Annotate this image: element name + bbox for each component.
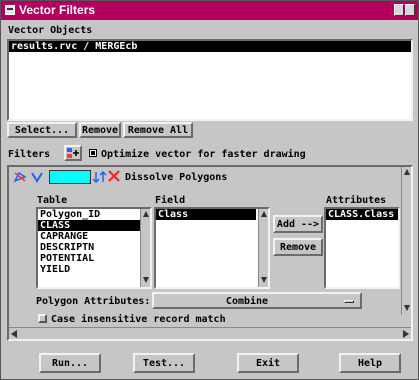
optimize-checkbox[interactable] bbox=[89, 149, 97, 157]
case-insensitive-label: Case insensitive record match bbox=[51, 314, 226, 325]
minimize-button[interactable] bbox=[394, 4, 404, 16]
polygon-attributes-select[interactable]: Combine bbox=[152, 292, 362, 309]
filter-title: Dissolve Polygons bbox=[125, 172, 228, 183]
help-button[interactable]: Help bbox=[339, 353, 401, 373]
scroll-down-icon[interactable] bbox=[403, 304, 412, 313]
table-row[interactable]: DESCRIPTN bbox=[38, 242, 150, 253]
scroll-down-icon[interactable] bbox=[142, 276, 150, 285]
table-column-header: Table bbox=[37, 195, 68, 206]
list-item[interactable]: Class bbox=[156, 209, 256, 220]
field-column-header: Field bbox=[155, 195, 186, 206]
attributes-list[interactable]: CLASS.Class bbox=[324, 207, 400, 289]
scroll-left-icon[interactable] bbox=[11, 330, 17, 338]
case-insensitive-checkbox[interactable] bbox=[38, 314, 47, 323]
title-bar[interactable]: Vector Filters bbox=[1, 1, 418, 20]
sort-icon[interactable] bbox=[92, 170, 107, 184]
scroll-right-icon[interactable] bbox=[403, 330, 409, 338]
attributes-column-header: Attributes bbox=[326, 195, 387, 206]
list-item[interactable]: results.rvc / MERGEcb bbox=[9, 41, 411, 52]
remove-attribute-button[interactable]: Remove bbox=[273, 238, 323, 256]
scroll-down-icon[interactable] bbox=[260, 276, 268, 285]
vector-objects-list[interactable]: results.rvc / MERGEcb bbox=[7, 39, 413, 121]
list-item[interactable]: CLASS.Class bbox=[326, 209, 398, 220]
optimize-label: Optimize vector for faster drawing bbox=[101, 149, 306, 160]
delete-filter-icon[interactable] bbox=[108, 170, 120, 182]
filter-panel: Dissolve Polygons Table Field Attributes… bbox=[7, 165, 413, 341]
table-row[interactable]: CLASS bbox=[38, 220, 150, 231]
select-button[interactable]: Select... bbox=[7, 122, 77, 138]
table-list-scrollbar[interactable] bbox=[140, 209, 150, 287]
option-menu-icon bbox=[344, 300, 354, 303]
filter-dropdown-icon[interactable] bbox=[31, 171, 43, 183]
remove-all-button[interactable]: Remove All bbox=[123, 122, 193, 138]
table-row[interactable]: Polygon_ID bbox=[38, 209, 150, 220]
dissolve-icon[interactable] bbox=[13, 171, 27, 183]
polygon-attributes-label: Polygon Attributes: bbox=[36, 296, 151, 307]
polygon-attributes-value: Combine bbox=[225, 296, 269, 307]
filters-label: Filters bbox=[8, 149, 51, 160]
table-row[interactable]: YIELD bbox=[38, 264, 150, 275]
panel-hscrollbar[interactable] bbox=[9, 327, 411, 339]
scroll-up-icon[interactable] bbox=[260, 210, 268, 219]
remove-button[interactable]: Remove bbox=[79, 122, 121, 138]
table-list[interactable]: Polygon_ID CLASS CAPRANGE DESCRIPTN POTE… bbox=[36, 207, 152, 289]
add-attribute-button[interactable]: Add --> bbox=[273, 215, 323, 233]
maximize-button[interactable] bbox=[405, 4, 415, 16]
color-swatch[interactable] bbox=[49, 170, 91, 184]
add-filter-icon[interactable] bbox=[64, 145, 82, 161]
exit-button[interactable]: Exit bbox=[237, 353, 299, 373]
window-menu-icon[interactable] bbox=[5, 5, 15, 15]
vector-objects-label: Vector Objects bbox=[8, 25, 93, 36]
table-row[interactable]: CAPRANGE bbox=[38, 231, 150, 242]
panel-vscrollbar[interactable] bbox=[401, 167, 411, 315]
scroll-up-icon[interactable] bbox=[142, 210, 150, 219]
scroll-up-icon[interactable] bbox=[403, 168, 412, 177]
test-button[interactable]: Test... bbox=[133, 353, 195, 373]
window-title: Vector Filters bbox=[19, 3, 96, 17]
vector-filters-window: Vector Filters Vector Objects results.rv… bbox=[0, 0, 419, 380]
run-button[interactable]: Run... bbox=[39, 353, 101, 373]
table-row[interactable]: POTENTIAL bbox=[38, 253, 150, 264]
field-list[interactable]: Class bbox=[154, 207, 270, 289]
field-list-scrollbar[interactable] bbox=[258, 209, 268, 287]
